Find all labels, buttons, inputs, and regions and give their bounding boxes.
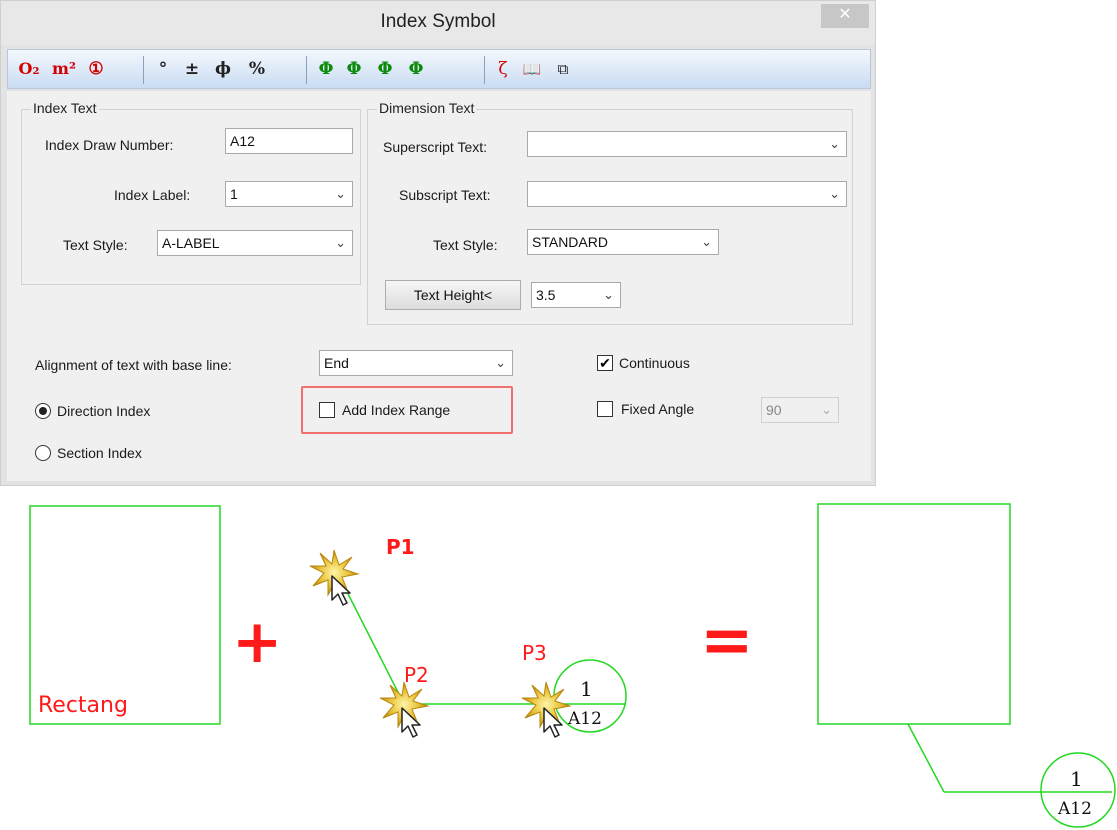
dimension-text-style-label: Text Style:	[433, 237, 498, 253]
index-symbol-dialog: Index Symbol ✕ O₂ m² ① ° ± ϕ % Φ Φ Φ Φ ζ…	[0, 0, 876, 486]
rebar-grade-2-icon[interactable]: Φ	[342, 56, 366, 82]
alignment-value: End	[324, 355, 349, 371]
continuous-label: Continuous	[619, 355, 690, 371]
toolbar-separator	[306, 56, 307, 84]
o2-subscript-icon[interactable]: O₂	[12, 56, 46, 82]
chevron-down-icon: ⌄	[829, 186, 840, 201]
leader-line	[341, 581, 405, 705]
point-label-p2: P2	[404, 663, 429, 687]
dimension-text-style-select[interactable]: STANDARD ⌄	[527, 229, 719, 255]
m2-superscript-icon[interactable]: m²	[48, 56, 80, 82]
rectangle-label: Rectang	[38, 693, 128, 718]
toolbar-separator	[484, 56, 485, 84]
percent-icon[interactable]: %	[244, 56, 270, 82]
fixed-angle-value: 90	[766, 402, 782, 418]
chevron-down-icon: ⌄	[603, 287, 614, 302]
index-symbol-number: 1	[580, 677, 593, 701]
dimension-text-group-title: Dimension Text	[377, 100, 477, 116]
result-symbol-number: 1	[1070, 767, 1083, 791]
add-index-range-label: Add Index Range	[342, 402, 451, 418]
symbol-library-icon[interactable]: 📖	[520, 56, 544, 82]
rebar-grade-3-icon[interactable]: Φ	[373, 56, 397, 82]
subscript-text-label: Subscript Text:	[399, 187, 491, 203]
point-label-p3: P3	[522, 641, 547, 665]
text-height-button[interactable]: Text Height<	[385, 280, 521, 310]
index-label-select[interactable]: 1 ⌄	[225, 181, 353, 207]
toolbar-separator	[143, 56, 144, 84]
chevron-down-icon: ⌄	[335, 235, 346, 250]
section-index-label: Section Index	[57, 445, 142, 461]
result-leader-line	[907, 723, 945, 793]
equals-sign: =	[700, 604, 754, 678]
continuous-checkbox[interactable]: ✔	[597, 355, 613, 371]
index-label-value: 1	[230, 186, 238, 202]
rebar-grade-4-icon[interactable]: Φ	[404, 56, 428, 82]
plus-minus-icon[interactable]: ±	[180, 56, 204, 82]
chevron-down-icon: ⌄	[829, 136, 840, 151]
usage-illustration: Rectang + 1 A12 P1 P2 P3 = 1 A12	[29, 503, 1116, 828]
fixed-angle-checkbox[interactable]	[597, 401, 613, 417]
title-bar[interactable]: Index Symbol ✕	[1, 1, 875, 45]
chevron-down-icon: ⌄	[701, 234, 712, 249]
fixed-angle-label: Fixed Angle	[621, 401, 695, 417]
direction-index-radio[interactable]	[35, 403, 51, 419]
index-label-label: Index Label:	[114, 187, 191, 203]
point-label-p1: P1	[386, 535, 415, 559]
subscript-text-select[interactable]: ⌄	[527, 181, 847, 207]
circled-number-icon[interactable]: ①	[82, 56, 110, 82]
index-text-style-label: Text Style:	[63, 237, 128, 253]
result-symbol-draw-number: A12	[1057, 799, 1092, 819]
dimension-text-style-value: STANDARD	[532, 234, 608, 250]
close-button[interactable]: ✕	[821, 4, 869, 28]
superscript-text-label: Superscript Text:	[383, 139, 488, 155]
direction-index-label: Direction Index	[57, 403, 151, 419]
plus-sign: +	[232, 607, 282, 677]
result-rectangle	[817, 503, 1011, 725]
fixed-angle-select: 90 ⌄	[761, 397, 839, 423]
pick-text-icon[interactable]: ⧉	[551, 56, 575, 82]
add-index-range-checkbox[interactable]	[319, 402, 335, 418]
text-height-select[interactable]: 3.5 ⌄	[531, 282, 621, 308]
section-index-radio[interactable]	[35, 445, 51, 461]
dialog-title: Index Symbol	[380, 11, 496, 32]
superscript-text-select[interactable]: ⌄	[527, 131, 847, 157]
index-text-style-value: A-LABEL	[162, 235, 220, 251]
rebar-grade-1-icon[interactable]: Φ	[314, 56, 338, 82]
index-text-group-title: Index Text	[31, 100, 99, 116]
source-rectangle	[29, 505, 221, 725]
alignment-label: Alignment of text with base line:	[35, 357, 232, 373]
index-draw-number-input[interactable]: A12	[225, 128, 353, 154]
alignment-select[interactable]: End ⌄	[319, 350, 513, 376]
diameter-icon[interactable]: ϕ	[211, 56, 235, 82]
index-draw-number-label: Index Draw Number:	[45, 137, 174, 153]
chevron-down-icon: ⌄	[821, 402, 832, 417]
chevron-down-icon: ⌄	[495, 355, 506, 370]
degree-icon[interactable]: °	[151, 56, 175, 82]
text-height-value: 3.5	[536, 287, 556, 303]
index-symbol-draw-number: A12	[567, 709, 602, 729]
index-text-style-select[interactable]: A-LABEL ⌄	[157, 230, 353, 256]
symbol-toolbar: O₂ m² ① ° ± ϕ % Φ Φ Φ Φ ζ 📖 ⧉	[7, 49, 871, 89]
chevron-down-icon: ⌄	[335, 186, 346, 201]
special-char-icon[interactable]: ζ	[492, 56, 514, 82]
